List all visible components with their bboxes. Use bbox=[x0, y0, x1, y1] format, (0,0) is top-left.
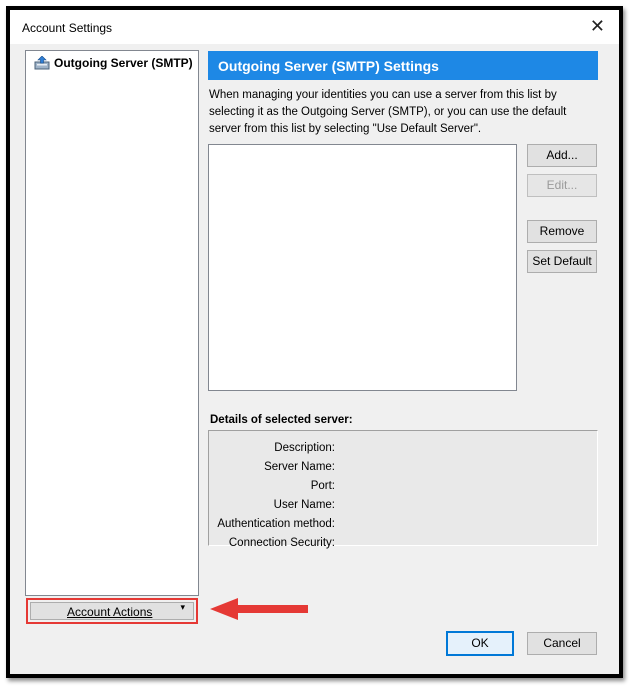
window-title: Account Settings bbox=[22, 21, 113, 35]
cancel-button-label: Cancel bbox=[543, 636, 581, 650]
account-tree[interactable]: Outgoing Server (SMTP) bbox=[25, 50, 199, 596]
smtp-server-icon bbox=[34, 55, 50, 70]
smtp-description: When managing your identities you can us… bbox=[209, 89, 567, 135]
red-arrow-annotation bbox=[210, 598, 308, 620]
detail-server-name-label: Server Name: bbox=[264, 461, 335, 473]
detail-description-label: Description: bbox=[274, 442, 335, 454]
detail-auth-method-label: Authentication method: bbox=[217, 518, 335, 530]
dropdown-caret-icon: ▾ bbox=[180, 602, 185, 612]
detail-port-label: Port: bbox=[310, 480, 335, 492]
set-default-button[interactable]: Set Default bbox=[527, 250, 597, 273]
page-header: Outgoing Server (SMTP) Settings bbox=[208, 51, 598, 80]
account-actions-highlight: Account Actions ▾ bbox=[26, 598, 198, 624]
detail-user-name-label: User Name: bbox=[273, 499, 335, 511]
ok-button[interactable]: OK bbox=[446, 631, 514, 656]
edit-button[interactable]: Edit... bbox=[527, 174, 597, 197]
account-settings-dialog: Account Settings ✕ Outgoing Server (SMTP… bbox=[10, 10, 619, 674]
add-button-label: Add... bbox=[546, 148, 578, 162]
edit-button-label: Edit... bbox=[546, 178, 578, 192]
remove-button[interactable]: Remove bbox=[527, 220, 597, 243]
add-button[interactable]: Add... bbox=[527, 144, 597, 167]
set-default-button-label: Set Default bbox=[532, 254, 592, 268]
smtp-server-list[interactable] bbox=[208, 144, 517, 391]
remove-button-label: Remove bbox=[539, 224, 585, 238]
ok-button-label: OK bbox=[471, 636, 489, 650]
close-icon[interactable]: ✕ bbox=[590, 16, 605, 36]
tree-item-outgoing-server[interactable]: Outgoing Server (SMTP) bbox=[34, 55, 193, 71]
server-details-panel: Description: Server Name: Port: User Nam… bbox=[208, 430, 598, 549]
title-bar: Account Settings ✕ bbox=[10, 10, 619, 44]
account-actions-label: Account Actions bbox=[67, 605, 153, 619]
cancel-button[interactable]: Cancel bbox=[527, 632, 597, 655]
tree-item-label: Outgoing Server (SMTP) bbox=[54, 56, 193, 70]
details-heading: Details of selected server: bbox=[210, 414, 353, 426]
account-actions-button[interactable]: Account Actions ▾ bbox=[30, 602, 194, 620]
detail-connection-security-label: Connection Security: bbox=[228, 537, 335, 549]
